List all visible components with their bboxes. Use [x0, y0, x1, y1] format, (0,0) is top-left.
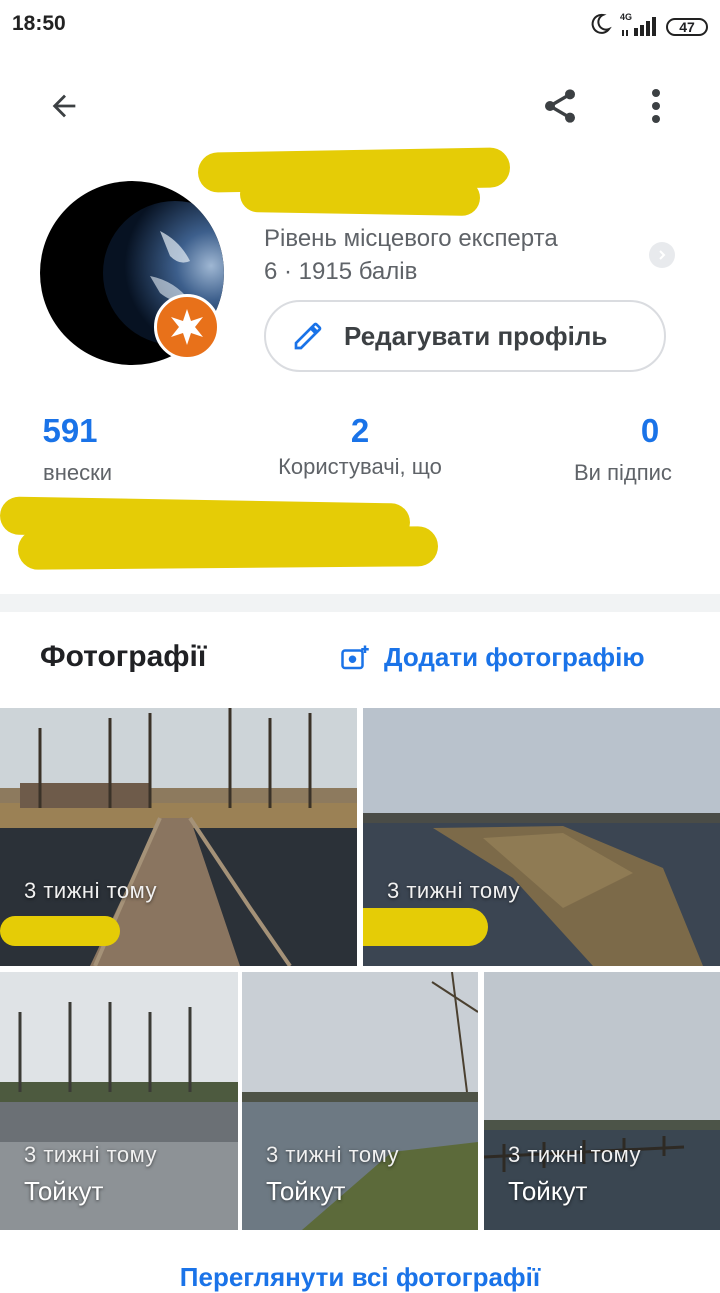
stat-label: Ви підпис	[574, 460, 672, 485]
view-all-photos-link[interactable]: Переглянути всі фотографії	[0, 1262, 720, 1293]
stat-contributions[interactable]: 591 внески	[0, 412, 180, 485]
arrow-left-icon	[52, 94, 76, 118]
photo-tile-3[interactable]: 3 тижні тому Тойкут	[0, 972, 238, 1230]
edit-profile-button[interactable]: Редагувати профіль	[264, 300, 666, 372]
stat-label: внески	[43, 460, 112, 485]
stat-value: 2	[350, 412, 370, 449]
photo-place: Тойкут	[508, 1176, 588, 1206]
photo-place: Тойкут	[266, 1176, 346, 1206]
photos-title: Фотографії	[40, 640, 207, 673]
redacted-place	[0, 916, 120, 946]
more-options-button[interactable]	[632, 82, 680, 130]
share-icon	[545, 89, 575, 123]
photo-tile-1[interactable]: 3 тижні тому	[0, 708, 357, 966]
battery-icon: 47	[666, 17, 708, 36]
share-button[interactable]	[536, 82, 584, 130]
photo-time: 3 тижні тому	[24, 1142, 158, 1167]
stat-value: 0	[640, 412, 660, 449]
level-details-button[interactable]	[649, 242, 675, 268]
chevron-right-icon	[659, 250, 666, 260]
add-photo-icon	[341, 645, 369, 669]
stat-followers[interactable]: 2 Користувачі, що	[240, 412, 480, 480]
photo-tile-5[interactable]: 3 тижні тому Тойкут	[484, 972, 720, 1230]
redacted-bio-2	[17, 526, 439, 570]
stat-label: Користувачі, що	[278, 454, 442, 479]
redacted-name-2	[239, 175, 481, 217]
stat-following[interactable]: 0 Ви підпис	[560, 412, 720, 485]
pencil-icon	[294, 322, 322, 350]
photo-time: 3 тижні тому	[266, 1142, 400, 1167]
edit-profile-label: Редагувати профіль	[344, 320, 608, 351]
back-button[interactable]	[40, 82, 88, 130]
star-icon	[171, 309, 203, 345]
add-photo-label: Додати фотографію	[384, 642, 645, 672]
status-time: 18:50	[12, 12, 66, 35]
level-points: 6 · 1915 балів	[264, 258, 418, 285]
moon-icon	[588, 12, 612, 41]
photo-time: 3 тижні тому	[387, 878, 521, 903]
photo-tile-2[interactable]: 3 тижні тому	[363, 708, 720, 966]
photo-tile-4[interactable]: 3 тижні тому Тойкут	[242, 972, 478, 1230]
status-icons: 4G 47	[588, 12, 708, 41]
stat-value: 591	[42, 412, 98, 449]
add-photo-button[interactable]: Додати фотографію	[340, 642, 645, 673]
redacted-place	[363, 908, 488, 946]
section-divider	[0, 594, 720, 612]
photo-time: 3 тижні тому	[508, 1142, 642, 1167]
level-label: Рівень місцевого експерта	[264, 225, 558, 252]
local-guide-badge	[154, 294, 220, 360]
level-info[interactable]: Рівень місцевого експерта 6 · 1915 балів	[264, 222, 558, 288]
photo-time: 3 тижні тому	[24, 878, 158, 903]
photo-place: Тойкут	[24, 1176, 104, 1206]
network-type: 4G	[620, 11, 633, 22]
signal-icon: 4G	[620, 12, 658, 38]
more-vert-icon	[652, 89, 660, 123]
